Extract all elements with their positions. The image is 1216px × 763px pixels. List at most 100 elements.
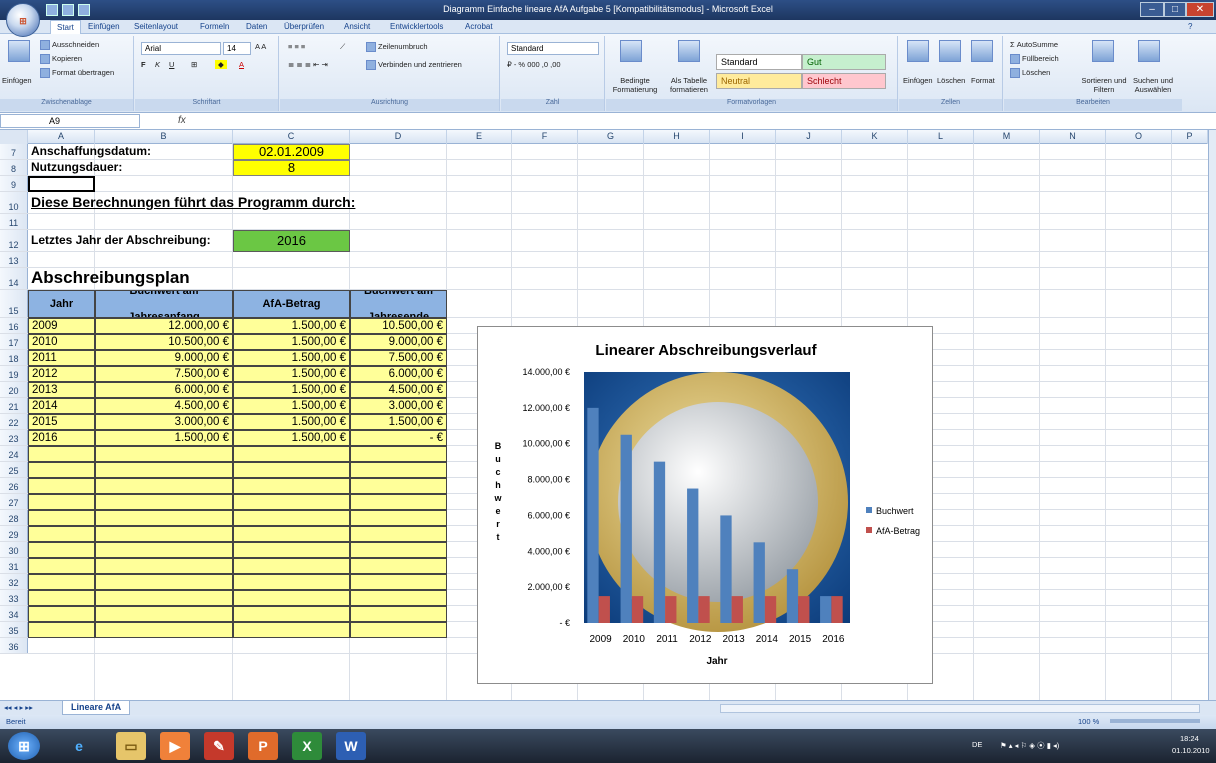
selected-cell-a9[interactable]	[28, 176, 95, 192]
table-cell[interactable]: 2013	[28, 382, 95, 398]
table-cell[interactable]: 1.500,00 €	[350, 414, 447, 430]
orientation-button[interactable]: ⟋	[340, 42, 345, 52]
copy-button[interactable]: Kopieren	[40, 54, 82, 65]
column-header[interactable]: M	[974, 130, 1040, 144]
table-cell[interactable]: 3.000,00 €	[95, 414, 233, 430]
row-header[interactable]: 16	[0, 318, 28, 334]
table-cell[interactable]: 1.500,00 €	[95, 430, 233, 446]
table-cell[interactable]: 2010	[28, 334, 95, 350]
row-header[interactable]: 25	[0, 462, 28, 478]
underline-button[interactable]: U	[169, 60, 174, 69]
table-cell[interactable]: 9.000,00 €	[350, 334, 447, 350]
empty-table-cell[interactable]	[233, 494, 350, 510]
empty-table-cell[interactable]	[350, 510, 447, 526]
style-schlecht[interactable]: Schlecht	[802, 73, 886, 89]
explorer-icon[interactable]: ▭	[116, 732, 146, 760]
row-header[interactable]: 26	[0, 478, 28, 494]
row-header[interactable]: 24	[0, 446, 28, 462]
row-header[interactable]: 14	[0, 268, 28, 290]
empty-table-cell[interactable]	[233, 542, 350, 558]
row-header[interactable]: 29	[0, 526, 28, 542]
row-header[interactable]: 33	[0, 590, 28, 606]
row-header[interactable]: 18	[0, 350, 28, 366]
row-header[interactable]: 10	[0, 192, 28, 214]
table-cell[interactable]: 6.000,00 €	[95, 382, 233, 398]
table-cell[interactable]: 2012	[28, 366, 95, 382]
table-cell[interactable]: 4.500,00 €	[95, 398, 233, 414]
empty-table-cell[interactable]	[95, 526, 233, 542]
grow-font-button[interactable]: A A	[255, 42, 266, 51]
office-button[interactable]: ⊞	[6, 3, 40, 37]
tab-daten[interactable]: Daten	[246, 22, 267, 31]
chart[interactable]: Linearer Abschreibungsverlauf - € 2.000,00…	[477, 326, 933, 684]
table-cell[interactable]: 12.000,00 €	[95, 318, 233, 334]
font-size-combo[interactable]: 14	[223, 42, 251, 55]
language-indicator[interactable]: DE	[972, 740, 982, 749]
italic-button[interactable]: K	[155, 60, 160, 69]
empty-table-cell[interactable]	[233, 606, 350, 622]
column-header[interactable]: B	[95, 130, 233, 144]
table-header[interactable]: AfA-Betrag	[233, 290, 350, 318]
tab-entwicklertools[interactable]: Entwicklertools	[390, 22, 443, 31]
empty-table-cell[interactable]	[233, 462, 350, 478]
close-button[interactable]: ✕	[1186, 2, 1214, 17]
table-cell[interactable]: 2009	[28, 318, 95, 334]
word-icon[interactable]: W	[336, 732, 366, 760]
empty-table-cell[interactable]	[95, 510, 233, 526]
media-player-icon[interactable]: ▶	[160, 732, 190, 760]
column-header[interactable]: G	[578, 130, 644, 144]
maximize-button[interactable]: □	[1164, 2, 1186, 17]
empty-table-cell[interactable]	[95, 462, 233, 478]
find-select-button[interactable]: Suchen und Auswählen	[1128, 76, 1178, 94]
column-header[interactable]: O	[1106, 130, 1172, 144]
fill-button[interactable]: Füllbereich	[1010, 54, 1059, 65]
bold-button[interactable]: F	[141, 60, 146, 69]
tray-icons[interactable]: ⚑ ▴ ◂ ⚐ ◈ ⦿ ▮ ◂)	[1000, 740, 1059, 751]
table-cell[interactable]: 7.500,00 €	[350, 350, 447, 366]
column-header[interactable]: N	[1040, 130, 1106, 144]
row-header[interactable]: 13	[0, 252, 28, 268]
help-icon[interactable]: ?	[1188, 22, 1192, 31]
tab-start[interactable]: Start	[50, 20, 81, 35]
empty-table-cell[interactable]	[350, 606, 447, 622]
table-cell[interactable]: 2011	[28, 350, 95, 366]
empty-table-cell[interactable]	[350, 478, 447, 494]
number-format-combo[interactable]: Standard	[507, 42, 599, 55]
table-cell[interactable]: 1.500,00 €	[233, 318, 350, 334]
empty-table-cell[interactable]	[28, 606, 95, 622]
empty-table-cell[interactable]	[28, 558, 95, 574]
font-color-button[interactable]: A	[239, 60, 244, 69]
excel-taskbar-icon[interactable]: X	[292, 732, 322, 760]
paste-button[interactable]: Einfügen	[2, 76, 32, 85]
table-cell[interactable]: 6.000,00 €	[350, 366, 447, 382]
empty-table-cell[interactable]	[233, 622, 350, 638]
border-button[interactable]: ⊞	[191, 60, 197, 69]
format-painter-button[interactable]: Format übertragen	[40, 68, 114, 79]
style-neutral[interactable]: Neutral	[716, 73, 802, 89]
empty-table-cell[interactable]	[233, 590, 350, 606]
empty-table-cell[interactable]	[350, 446, 447, 462]
table-cell[interactable]: 1.500,00 €	[233, 366, 350, 382]
table-cell[interactable]: 9.000,00 €	[95, 350, 233, 366]
conditional-format-button[interactable]: Bedingte Formatierung	[610, 76, 660, 94]
table-cell[interactable]: 2016	[28, 430, 95, 446]
row-header[interactable]: 22	[0, 414, 28, 430]
row-header[interactable]: 35	[0, 622, 28, 638]
table-cell[interactable]: 1.500,00 €	[233, 398, 350, 414]
column-header[interactable]: H	[644, 130, 710, 144]
table-cell[interactable]: 3.000,00 €	[350, 398, 447, 414]
empty-table-cell[interactable]	[28, 494, 95, 510]
row-header[interactable]: 21	[0, 398, 28, 414]
horizontal-scrollbar[interactable]	[720, 704, 1200, 713]
column-header[interactable]: K	[842, 130, 908, 144]
row-header[interactable]: 30	[0, 542, 28, 558]
align-top-button[interactable]: ≡ ≡ ≡	[288, 42, 305, 51]
clear-button[interactable]: Löschen	[1010, 68, 1050, 79]
table-header[interactable]: Buchwert am Jahresanfang	[95, 290, 233, 318]
column-header[interactable]: A	[28, 130, 95, 144]
empty-table-cell[interactable]	[350, 542, 447, 558]
pdf-reader-icon[interactable]: ✎	[204, 732, 234, 760]
row-header[interactable]: 36	[0, 638, 28, 654]
empty-table-cell[interactable]	[28, 510, 95, 526]
start-button[interactable]: ⊞	[8, 732, 40, 760]
